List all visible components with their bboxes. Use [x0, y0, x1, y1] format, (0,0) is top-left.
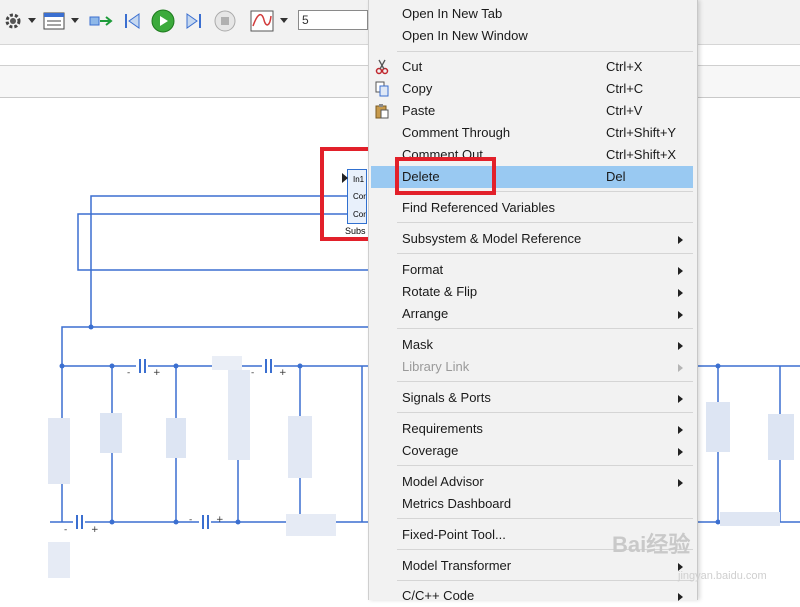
annotation-highlight-delete — [395, 157, 496, 195]
menu-separator — [397, 222, 693, 223]
svg-text:+: + — [91, 525, 99, 535]
svg-text:+: + — [216, 515, 224, 525]
watermark-url: jingyan.baidu.com — [678, 570, 767, 582]
menu-separator — [397, 465, 693, 466]
obscured-component — [166, 418, 186, 458]
model-explorer-icon[interactable] — [42, 9, 66, 33]
step-forward-icon[interactable] — [182, 9, 206, 33]
menu-separator — [397, 328, 693, 329]
paste-icon — [375, 104, 389, 119]
update-diagram-icon[interactable] — [88, 9, 114, 33]
menu-item-cut[interactable]: Cut Ctrl+X — [369, 56, 697, 78]
stop-time-input[interactable]: 5 — [298, 10, 368, 30]
svg-text:-: - — [64, 525, 67, 535]
submenu-arrow-icon — [678, 395, 683, 403]
svg-text:-: - — [251, 368, 254, 378]
menu-item-mask[interactable]: Mask — [369, 334, 697, 356]
scope-icon[interactable] — [249, 9, 275, 33]
obscured-component — [48, 542, 70, 578]
menu-item-requirements[interactable]: Requirements — [369, 418, 697, 440]
menu-item-subsystem-model-reference[interactable]: Subsystem & Model Reference — [369, 228, 697, 250]
stop-icon[interactable] — [213, 9, 237, 33]
settings-dropdown-icon[interactable] — [28, 18, 36, 23]
obscured-component — [100, 413, 122, 453]
svg-text:+: + — [279, 368, 287, 378]
svg-text:-: - — [189, 515, 192, 525]
submenu-arrow-icon — [678, 342, 683, 350]
submenu-arrow-icon — [678, 448, 683, 456]
watermark-logo: Bai经验 — [612, 532, 691, 557]
menu-item-open-in-new-window[interactable]: Open In New Window — [369, 25, 697, 47]
obscured-component — [706, 402, 730, 452]
menu-separator — [397, 51, 693, 52]
obscured-component — [288, 416, 312, 478]
menu-item-library-link: Library Link — [369, 356, 697, 378]
submenu-arrow-icon — [678, 311, 683, 319]
menu-item-model-advisor[interactable]: Model Advisor — [369, 471, 697, 493]
copy-icon — [375, 81, 389, 97]
scissors-icon — [375, 59, 389, 75]
menu-separator — [397, 412, 693, 413]
menu-item-format[interactable]: Format — [369, 259, 697, 281]
menu-separator — [397, 580, 693, 581]
submenu-arrow-icon — [678, 267, 683, 275]
menu-item-rotate-flip[interactable]: Rotate & Flip — [369, 281, 697, 303]
step-back-icon[interactable] — [120, 9, 144, 33]
menu-item-comment-through[interactable]: Comment Through Ctrl+Shift+Y — [369, 122, 697, 144]
menu-item-paste[interactable]: Paste Ctrl+V — [369, 100, 697, 122]
menu-item-find-referenced-variables[interactable]: Find Referenced Variables — [369, 197, 697, 219]
obscured-component — [212, 356, 242, 370]
run-icon[interactable] — [150, 9, 176, 33]
menu-item-copy[interactable]: Copy Ctrl+C — [369, 78, 697, 100]
scope-dropdown-icon[interactable] — [280, 18, 288, 23]
submenu-arrow-icon — [678, 426, 683, 434]
obscured-component — [768, 414, 794, 460]
submenu-arrow-icon — [678, 364, 683, 372]
submenu-arrow-icon — [678, 479, 683, 487]
menu-separator — [397, 253, 693, 254]
menu-item-signals-ports[interactable]: Signals & Ports — [369, 387, 697, 409]
menu-item-open-in-new-tab[interactable]: Open In New Tab — [369, 3, 697, 25]
svg-text:-: - — [127, 368, 130, 378]
context-menu: Open In New Tab Open In New Window Cut Ct… — [368, 0, 698, 603]
menu-item-c-cpp-code[interactable]: C/C++ Code — [369, 585, 697, 607]
obscured-component — [228, 370, 250, 460]
menu-item-arrange[interactable]: Arrange — [369, 303, 697, 325]
menu-item-metrics-dashboard[interactable]: Metrics Dashboard — [369, 493, 697, 515]
submenu-arrow-icon — [678, 289, 683, 297]
menu-item-coverage[interactable]: Coverage — [369, 440, 697, 462]
submenu-arrow-icon — [678, 236, 683, 244]
obscured-component — [48, 418, 70, 484]
svg-text:+: + — [153, 368, 161, 378]
model-explorer-dropdown-icon[interactable] — [71, 18, 79, 23]
obscured-component — [286, 514, 336, 536]
settings-gear-icon[interactable] — [2, 9, 24, 33]
menu-separator — [397, 381, 693, 382]
menu-separator — [397, 518, 693, 519]
obscured-component — [720, 512, 780, 526]
